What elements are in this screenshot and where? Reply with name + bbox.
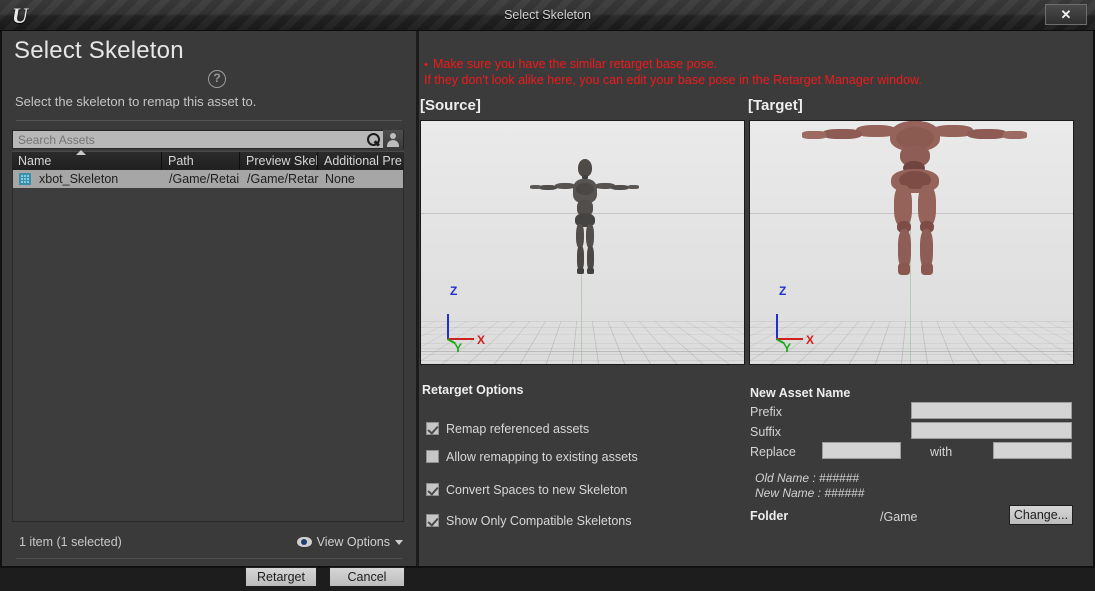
suffix-label: Suffix — [750, 425, 782, 439]
replace-label: Replace — [750, 445, 796, 459]
retarget-button[interactable]: Retarget — [245, 567, 317, 587]
gizmo-z-label: Z — [450, 284, 458, 298]
warning-text-line1: Make sure you have the similar retarget … — [433, 57, 718, 71]
chevron-down-icon — [395, 539, 403, 545]
window-titlebar: U Select Skeleton ✕ — [0, 0, 1095, 31]
with-field[interactable] — [993, 442, 1072, 459]
dialog-button-row: Retarget Cancel — [2, 567, 416, 591]
view-options-button[interactable]: View Options — [296, 535, 403, 549]
cell-additional-preview: None — [325, 172, 355, 186]
close-icon[interactable]: ✕ — [1045, 4, 1087, 25]
search-icon[interactable] — [363, 131, 383, 148]
axis-x-line — [750, 351, 1073, 352]
checkbox-icon[interactable] — [426, 483, 439, 496]
help-icon[interactable]: ? — [208, 70, 226, 88]
checkbox-label: Convert Spaces to new Skeleton — [446, 482, 628, 497]
target-axis-gizmo: Z X Y — [776, 284, 816, 355]
checkbox-icon[interactable] — [426, 422, 439, 435]
checkbox-label: Allow remapping to existing assets — [446, 449, 638, 464]
gizmo-y-label: Y — [454, 341, 463, 355]
new-name-preview: New Name : ###### — [755, 486, 865, 500]
table-row[interactable]: xbot_Skeleton /Game/Retai /Game/Retarg N… — [13, 170, 403, 188]
sort-ascending-icon — [76, 150, 86, 155]
warning-text-line2: If they don't look alike here, you can e… — [424, 73, 922, 87]
suffix-field[interactable] — [911, 422, 1072, 439]
column-header-additional-preview[interactable]: Additional Prev — [318, 152, 402, 170]
cell-name: xbot_Skeleton — [39, 172, 119, 186]
asset-picker-panel: Select Skeleton ? Select the skeleton to… — [2, 31, 416, 587]
item-count-status: 1 item (1 selected) — [19, 535, 122, 549]
window-title: Select Skeleton — [504, 8, 591, 22]
divider-top — [16, 120, 402, 121]
folder-label: Folder — [750, 509, 789, 523]
source-viewport[interactable]: Z X Y — [420, 120, 745, 365]
checkbox-label: Show Only Compatible Skeletons — [446, 513, 632, 528]
source-axis-gizmo: Z X Y — [447, 284, 487, 355]
gizmo-x-label: X — [477, 333, 486, 347]
checkbox-icon[interactable] — [426, 450, 439, 463]
cell-preview-skeletal: /Game/Retarg — [247, 172, 319, 186]
eye-icon — [296, 537, 312, 547]
search-input[interactable] — [13, 131, 363, 148]
column-header-preview-skeletal[interactable]: Preview Skeleta — [240, 152, 318, 170]
replace-field[interactable] — [822, 442, 901, 459]
page-title: Select Skeleton — [14, 37, 184, 64]
column-header-path[interactable]: Path — [162, 152, 240, 170]
prefix-label: Prefix — [750, 405, 782, 419]
cell-path: /Game/Retai — [169, 172, 240, 186]
asset-list[interactable]: xbot_Skeleton /Game/Retai /Game/Retarg N… — [12, 170, 404, 522]
view-options-label: View Options — [316, 535, 390, 549]
target-label: [Target] — [748, 97, 803, 114]
divider-bottom — [16, 558, 402, 559]
user-filter-icon[interactable] — [383, 130, 403, 149]
checkbox-show-only-compatible[interactable]: Show Only Compatible Skeletons — [426, 512, 632, 529]
new-asset-name-title: New Asset Name — [750, 386, 851, 400]
cancel-button[interactable]: Cancel — [329, 567, 405, 587]
skeleton-asset-icon — [19, 173, 31, 185]
page-title-row: Select Skeleton — [14, 37, 184, 65]
change-folder-button[interactable]: Change... — [1009, 505, 1073, 525]
retarget-preview-panel: • Make sure you have the similar retarge… — [419, 31, 1093, 566]
checkbox-label: Remap referenced assets — [446, 421, 590, 436]
column-header-name[interactable]: Name — [12, 152, 162, 170]
page-subtitle: Select the skeleton to remap this asset … — [15, 94, 257, 109]
gizmo-y-label: Y — [783, 341, 792, 355]
checkbox-allow-remapping-existing[interactable]: Allow remapping to existing assets — [426, 448, 638, 465]
dialog-body: Select Skeleton ? Select the skeleton to… — [0, 31, 1095, 587]
axis-x-line — [421, 351, 744, 352]
gizmo-x-label: X — [806, 333, 815, 347]
target-mannequin — [802, 121, 1027, 283]
checkbox-remap-referenced-assets[interactable]: Remap referenced assets — [426, 420, 589, 437]
checkbox-icon[interactable] — [426, 514, 439, 527]
with-label: with — [930, 445, 953, 459]
source-label: [Source] — [420, 97, 481, 114]
folder-value: /Game — [880, 510, 918, 524]
target-viewport[interactable]: Z X Y — [749, 120, 1074, 365]
search-bar — [12, 130, 404, 149]
retarget-options-title: Retarget Options — [422, 383, 524, 397]
gizmo-z-label: Z — [779, 284, 787, 298]
asset-list-header: Name Path Preview Skeleta Additional Pre… — [12, 151, 404, 170]
old-name-preview: Old Name : ###### — [755, 471, 860, 485]
source-mannequin — [530, 159, 639, 281]
prefix-field[interactable] — [911, 402, 1072, 419]
checkbox-convert-spaces[interactable]: Convert Spaces to new Skeleton — [426, 481, 627, 498]
